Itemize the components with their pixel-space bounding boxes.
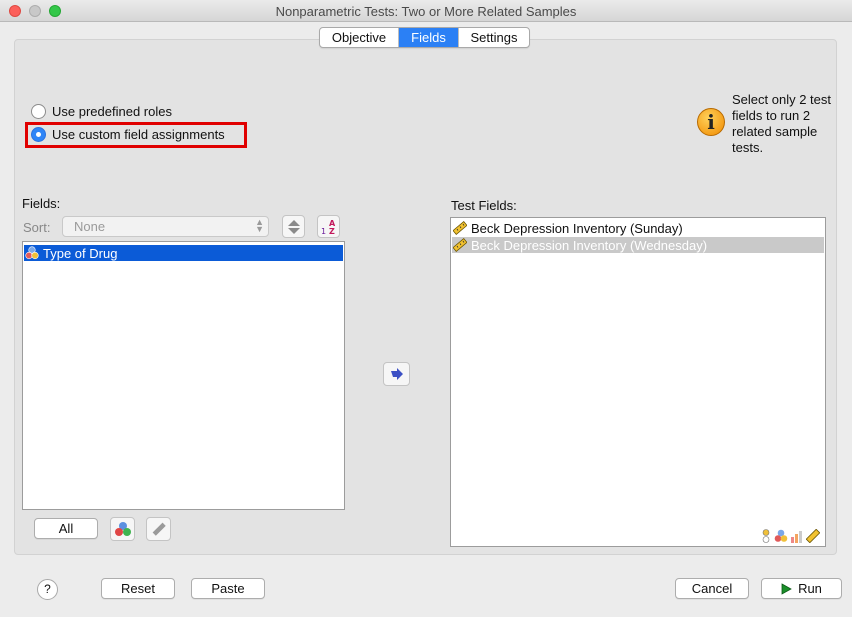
scale-ruler-icon xyxy=(453,221,467,235)
window-title: Nonparametric Tests: Two or More Related… xyxy=(275,4,577,19)
test-field-name: Beck Depression Inventory (Wednesday) xyxy=(471,237,708,253)
help-button[interactable]: ? xyxy=(37,579,58,600)
cancel-button[interactable]: Cancel xyxy=(675,578,749,599)
run-button[interactable]: Run xyxy=(761,578,842,599)
radio-label: Use custom field assignments xyxy=(52,127,225,142)
info-text: Select only 2 test fields to run 2 relat… xyxy=(732,92,831,155)
sort-label: Sort: xyxy=(23,220,51,235)
radio-button[interactable] xyxy=(31,104,46,119)
filter-nominal-button[interactable] xyxy=(110,517,135,541)
scale-ruler-icon xyxy=(453,238,467,252)
move-to-test-fields-button[interactable] xyxy=(383,362,410,386)
play-icon xyxy=(781,582,792,595)
list-item[interactable]: Beck Depression Inventory (Wednesday) xyxy=(452,237,824,253)
sort-select[interactable]: None ▲ ▼ xyxy=(62,216,269,237)
radio-button[interactable] xyxy=(31,127,46,142)
list-item[interactable]: Type of Drug xyxy=(24,245,343,261)
field-name: Type of Drug xyxy=(43,245,118,261)
all-button[interactable]: All xyxy=(34,518,98,539)
tab-settings[interactable]: Settings xyxy=(459,28,529,47)
fields-list[interactable]: Type of Drug xyxy=(22,241,345,510)
scale-ruler-icon xyxy=(152,522,166,536)
filter-scale-button[interactable] xyxy=(146,517,171,541)
tab-fields[interactable]: Fields xyxy=(399,28,459,47)
test-fields-label: Test Fields: xyxy=(451,198,517,213)
reset-button[interactable]: Reset xyxy=(101,578,175,599)
paste-button[interactable]: Paste xyxy=(191,578,265,599)
bar-chart-icon xyxy=(791,531,802,543)
scale-ruler-icon xyxy=(806,529,820,543)
sort-alpha-icon: A Z 1 xyxy=(321,219,336,236)
test-field-name: Beck Depression Inventory (Sunday) xyxy=(471,220,683,236)
measurement-level-icons xyxy=(760,529,820,543)
tab-bar: Objective Fields Settings xyxy=(319,27,530,48)
sort-value: None xyxy=(74,219,106,234)
tab-objective[interactable]: Objective xyxy=(320,28,399,47)
info-icon: i xyxy=(697,108,725,136)
sort-updown-icon xyxy=(287,219,300,234)
radio-predefined-roles[interactable]: Use predefined roles xyxy=(31,104,172,119)
svg-text:Z: Z xyxy=(329,227,335,236)
nominal-filter-icon xyxy=(114,522,131,536)
nominal-icon xyxy=(774,529,788,542)
sort-order-button[interactable] xyxy=(282,215,305,238)
run-label: Run xyxy=(798,581,822,596)
test-fields-list[interactable]: Beck Depression Inventory (Sunday) Beck … xyxy=(450,217,826,547)
arrow-right-icon xyxy=(390,368,403,380)
radio-label: Use predefined roles xyxy=(52,104,172,119)
chevron-updown-icon: ▲ ▼ xyxy=(255,217,264,234)
nominal-icon xyxy=(25,246,39,260)
list-item[interactable]: Beck Depression Inventory (Sunday) xyxy=(452,220,824,236)
svg-text:1: 1 xyxy=(321,227,326,236)
title-bar: Nonparametric Tests: Two or More Related… xyxy=(0,0,852,22)
ordinal-icon xyxy=(762,529,770,543)
sort-alphabetical-button[interactable]: A Z 1 xyxy=(317,215,340,238)
radio-custom-field-assignments[interactable]: Use custom field assignments xyxy=(31,127,225,142)
fields-label: Fields: xyxy=(22,196,61,211)
